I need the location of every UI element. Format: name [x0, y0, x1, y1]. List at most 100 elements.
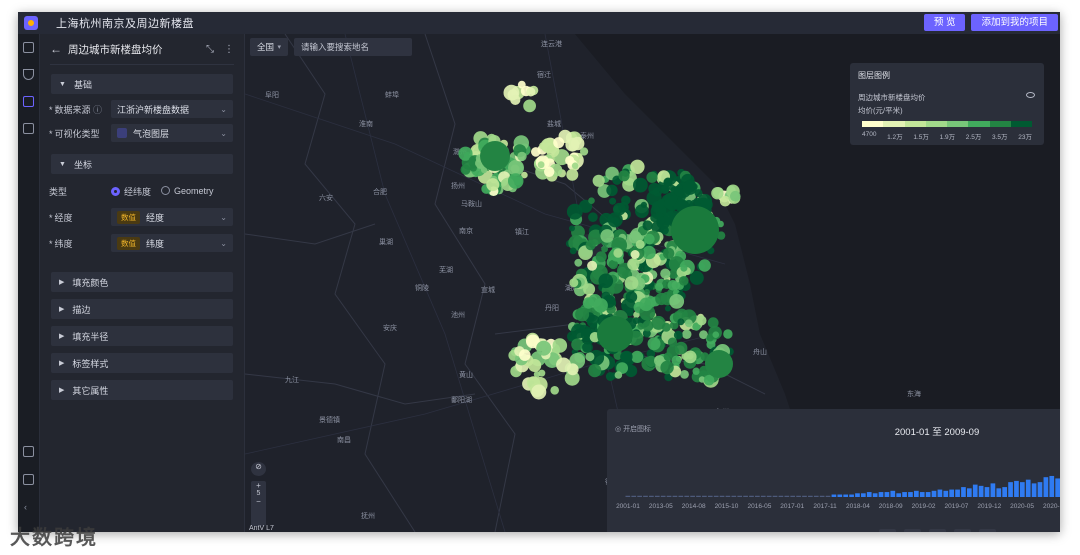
- timeline-bar[interactable]: [1031, 483, 1037, 497]
- lng-select[interactable]: 数值 经度 ⌄: [111, 208, 233, 226]
- timeline-bar[interactable]: [625, 495, 631, 497]
- timeline-bar[interactable]: [755, 495, 760, 497]
- section-other[interactable]: ▶ 其它属性: [51, 380, 233, 400]
- timeline-bar[interactable]: [896, 493, 902, 497]
- timeline-bar[interactable]: [967, 488, 972, 497]
- lat-select[interactable]: 数值 纬度 ⌄: [111, 234, 233, 252]
- timeline-bar[interactable]: [778, 495, 784, 497]
- eye-icon[interactable]: [1026, 92, 1035, 98]
- timeline-bar[interactable]: [649, 495, 654, 497]
- add-to-project-button[interactable]: 添加到我的项目: [971, 14, 1058, 31]
- help-icon[interactable]: ⓘ: [93, 105, 102, 115]
- source-select[interactable]: 江浙沪新楼盘数据 ⌄: [111, 100, 233, 118]
- download-icon[interactable]: [23, 474, 34, 485]
- timeline-bar[interactable]: [684, 495, 690, 497]
- timeline-bar[interactable]: [784, 495, 790, 497]
- timeline-bar[interactable]: [978, 485, 984, 497]
- timeline-bar[interactable]: [678, 495, 684, 497]
- timeline-bar[interactable]: [1043, 477, 1049, 497]
- timeline-bar[interactable]: [731, 495, 737, 497]
- timeline-bar[interactable]: [1019, 482, 1025, 497]
- refresh-icon[interactable]: ↻: [954, 529, 971, 532]
- section-coords[interactable]: ▼ 坐标: [51, 154, 233, 174]
- timeline-bar[interactable]: [925, 492, 931, 497]
- timeline-bar[interactable]: [902, 492, 907, 497]
- timeline-bar[interactable]: [1037, 482, 1043, 497]
- vis-type-select[interactable]: 气泡图层 ⌄: [111, 124, 233, 142]
- radio-geometry[interactable]: Geometry: [161, 186, 214, 196]
- timeline-bar[interactable]: [1008, 482, 1013, 497]
- timeline-bar[interactable]: [725, 495, 731, 497]
- timeline-bar[interactable]: [1025, 479, 1031, 497]
- table-icon[interactable]: [23, 123, 34, 134]
- timeline-bar[interactable]: [790, 495, 796, 497]
- section-fill-color[interactable]: ▶ 填充颜色: [51, 272, 233, 292]
- timeline-bar[interactable]: [931, 490, 937, 497]
- timeline-bar[interactable]: [666, 495, 672, 497]
- timeline-bar[interactable]: [943, 490, 949, 497]
- section-stroke[interactable]: ▶ 描边: [51, 299, 233, 319]
- section-basic[interactable]: ▼ 基础: [51, 74, 233, 94]
- timeline-bar[interactable]: [696, 495, 701, 497]
- timeline-bar[interactable]: [760, 495, 766, 497]
- range-icon[interactable]: ⊢⊣: [879, 529, 896, 532]
- timeline-bar[interactable]: [949, 489, 955, 497]
- timeline-bar[interactable]: [1014, 480, 1019, 497]
- timeline-bar[interactable]: [843, 494, 849, 497]
- preview-button[interactable]: 预 览: [923, 14, 966, 31]
- timeline-bar[interactable]: [937, 489, 943, 497]
- timeline-bar[interactable]: [890, 490, 896, 497]
- zoom-out-button[interactable]: −: [251, 497, 266, 506]
- timeline-bar[interactable]: [702, 495, 707, 497]
- compass-icon[interactable]: ⊘: [251, 462, 266, 476]
- rewind-icon[interactable]: ⏮: [904, 529, 921, 532]
- timeline-bar[interactable]: [1049, 475, 1055, 497]
- timeline-bar[interactable]: [737, 495, 743, 497]
- timeline-bar[interactable]: [961, 487, 966, 497]
- timeline-bar[interactable]: [972, 484, 978, 497]
- more-icon[interactable]: ⋮: [224, 44, 234, 55]
- layers-icon[interactable]: [23, 42, 34, 53]
- timeline-bar[interactable]: [831, 494, 837, 497]
- timeline-bar[interactable]: [884, 492, 890, 497]
- section-radius[interactable]: ▶ 填充半径: [51, 326, 233, 346]
- timeline-bar[interactable]: [808, 495, 813, 497]
- timeline-bar[interactable]: [919, 492, 925, 497]
- timeline-bar[interactable]: [878, 492, 884, 497]
- timeline-bar[interactable]: [955, 489, 960, 497]
- timeline-bar[interactable]: [908, 492, 913, 497]
- timeline-bar[interactable]: [984, 487, 990, 497]
- database-icon[interactable]: [23, 96, 34, 107]
- timeline-bar[interactable]: [772, 495, 778, 497]
- timeline-bar[interactable]: [690, 495, 695, 497]
- timeline-bar[interactable]: [660, 495, 666, 497]
- timeline-bar[interactable]: [637, 495, 642, 497]
- timeline-bar[interactable]: [990, 483, 996, 497]
- timeline-bar[interactable]: [631, 495, 637, 497]
- filter-icon[interactable]: [23, 69, 34, 80]
- timeline-bar[interactable]: [802, 495, 807, 497]
- timeline-bar[interactable]: [672, 495, 678, 497]
- timeline-bar[interactable]: [825, 495, 831, 497]
- timeline-bar[interactable]: [743, 495, 748, 497]
- speed-button[interactable]: 1X: [979, 529, 996, 532]
- timeline-bar[interactable]: [719, 495, 725, 497]
- timeline-bar[interactable]: [872, 493, 878, 497]
- back-arrow-icon[interactable]: ←: [50, 42, 62, 56]
- timeline-bar[interactable]: [643, 495, 648, 497]
- export-icon[interactable]: [23, 446, 34, 457]
- place-search-input[interactable]: 请输入要搜索地名: [294, 38, 412, 56]
- timeline-bar[interactable]: [996, 488, 1002, 497]
- collapse-icon[interactable]: ‹: [24, 502, 35, 513]
- timeline-bar[interactable]: [796, 495, 801, 497]
- zoom-in-button[interactable]: +: [251, 481, 266, 490]
- timeline-bar[interactable]: [654, 495, 660, 497]
- timeline-bar[interactable]: [766, 495, 772, 497]
- timeline-bar[interactable]: [861, 493, 866, 497]
- timeline-bar[interactable]: [813, 495, 819, 497]
- region-select[interactable]: 全国 ▾: [250, 38, 288, 56]
- timeline-bar[interactable]: [914, 490, 919, 497]
- timeline-bar[interactable]: [749, 495, 754, 497]
- timeline-bar[interactable]: [837, 494, 843, 497]
- collapse-arrows-icon[interactable]: ⤡: [206, 44, 214, 55]
